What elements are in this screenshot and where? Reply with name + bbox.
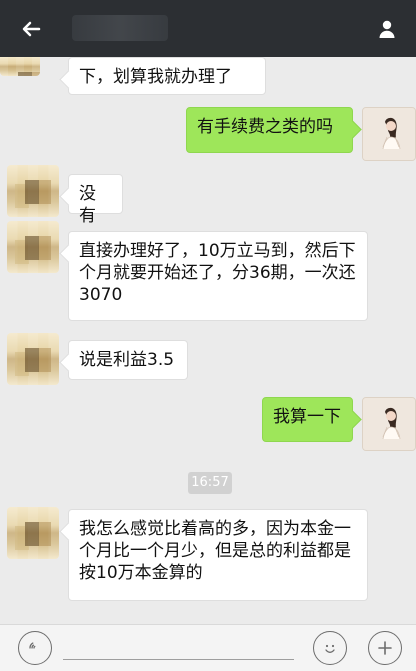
chat-screen: 下，划算我就办理了 有手续费之类的吗 没有 直接办理好了，10万立马到，然后下个… [0,0,416,671]
contact-avatar [7,165,59,217]
chat-history[interactable]: 下，划算我就办理了 有手续费之类的吗 没有 直接办理好了，10万立马到，然后下个… [0,57,416,624]
emoji-button[interactable] [313,631,347,665]
message-bubble: 没有 [68,174,123,226]
message-bubble: 有手续费之类的吗 [186,107,353,153]
message-input-underline[interactable] [63,659,294,660]
plus-button[interactable] [368,631,402,665]
contact-avatar [7,507,59,559]
emoji-icon [325,644,335,653]
bottom-input-bar [0,624,416,671]
message-bubble: 下，划算我就办理了 [68,57,266,95]
voice-button[interactable] [18,631,52,665]
voice-icon [29,642,36,649]
chat-title [72,15,168,41]
message-bubble: 直接办理好了，10万立马到，然后下个月就要开始还了，分36期，一次还3070 [68,231,368,321]
contact-avatar [7,333,59,385]
user-avatar [362,107,416,161]
plus-icon [378,641,392,655]
message-bubble: 我算一下 [262,397,353,442]
woman-avatar-icon [363,398,415,450]
profile-button[interactable] [370,12,404,46]
top-bar [0,0,416,57]
back-arrow-icon [22,21,41,37]
contact-avatar [7,221,59,273]
woman-avatar-icon [363,108,415,160]
message-bubble: 我怎么感觉比着高的多，因为本金一个月比一个月少，但是总的利益都是按10万本金算的 [68,509,368,601]
message-timestamp: 16:57 [188,472,232,494]
message-bubble: 说是利益3.5 [68,340,188,380]
user-avatar [362,397,416,451]
back-button[interactable] [14,12,48,46]
profile-icon [379,20,395,38]
contact-avatar [0,57,40,76]
